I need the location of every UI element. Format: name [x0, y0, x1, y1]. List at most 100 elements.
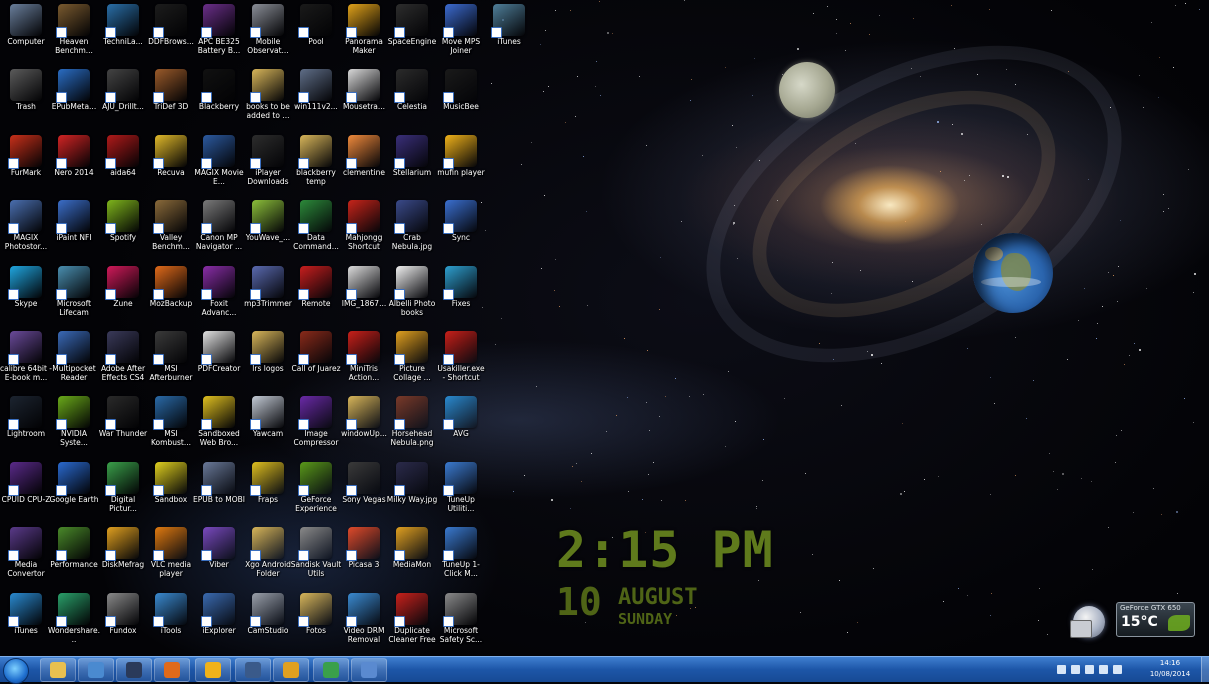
desktop-icon[interactable]: Sony Vegas: [338, 460, 390, 520]
desktop-icon[interactable]: GeForce Experience: [290, 460, 342, 520]
desktop-icon[interactable]: CPUID CPU-Z: [0, 460, 52, 520]
desktop-icon[interactable]: Heaven Benchm...: [48, 2, 100, 62]
desktop-icon[interactable]: Crab Nebula.jpg: [386, 198, 438, 258]
taskbar-button[interactable]: [313, 658, 349, 682]
desktop-icon[interactable]: Sync: [435, 198, 487, 258]
desktop-icon[interactable]: iTunes: [483, 2, 535, 62]
desktop-icon[interactable]: MSI Afterburner: [145, 329, 197, 389]
desktop-icon[interactable]: Multipocket Reader: [48, 329, 100, 389]
desktop-icon[interactable]: Computer: [0, 2, 52, 62]
taskbar-button[interactable]: [40, 658, 76, 682]
desktop-icon[interactable]: Pool: [290, 2, 342, 62]
desktop-icon[interactable]: Image Compressor: [290, 394, 342, 454]
desktop-icon[interactable]: MediaMon: [386, 525, 438, 585]
desktop-icon[interactable]: Duplicate Cleaner Free: [386, 591, 438, 651]
desktop-icon[interactable]: Media Convertor: [0, 525, 52, 585]
desktop-icon[interactable]: VLC media player: [145, 525, 197, 585]
desktop-icon[interactable]: DDFBrows...: [145, 2, 197, 62]
desktop-icon[interactable]: calibre 64bit - E-book m...: [0, 329, 52, 389]
gadget-small-icon[interactable]: [1070, 620, 1092, 638]
desktop-icon[interactable]: windowUp...: [338, 394, 390, 454]
taskbar-button[interactable]: [78, 658, 114, 682]
desktop-icon[interactable]: Remote: [290, 264, 342, 324]
gpu-temperature-gadget[interactable]: GeForce GTX 650 15°C: [1116, 602, 1195, 637]
desktop-icon[interactable]: APC BE325 Battery B...: [193, 2, 245, 62]
desktop-icon[interactable]: Mahjongg Shortcut: [338, 198, 390, 258]
desktop-icon[interactable]: Yawcam: [242, 394, 294, 454]
desktop-icon[interactable]: Microsoft Safety Sc...: [435, 591, 487, 651]
desktop-icon[interactable]: iTunes: [0, 591, 52, 651]
taskbar-button[interactable]: [195, 658, 231, 682]
desktop-icon[interactable]: Mousetra...: [338, 67, 390, 127]
desktop-icon[interactable]: Google Earth: [48, 460, 100, 520]
desktop-icon[interactable]: Wondershare...: [48, 591, 100, 651]
desktop-icon[interactable]: NVIDIA Syste...: [48, 394, 100, 454]
desktop-icon[interactable]: TuneUp Utiliti...: [435, 460, 487, 520]
desktop-icon[interactable]: MAGIX Photostor...: [0, 198, 52, 258]
desktop-icon[interactable]: iTools: [145, 591, 197, 651]
desktop-icon[interactable]: Mobile Observat...: [242, 2, 294, 62]
desktop-icon[interactable]: YouWave_...: [242, 198, 294, 258]
desktop-icon[interactable]: clementine: [338, 133, 390, 193]
desktop-icon[interactable]: Sandbox: [145, 460, 197, 520]
desktop-icon[interactable]: Nero 2014: [48, 133, 100, 193]
desktop-icon[interactable]: IMG_1867...: [338, 264, 390, 324]
desktop-icon[interactable]: lrs logos: [242, 329, 294, 389]
desktop-icon[interactable]: Panorama Maker: [338, 2, 390, 62]
taskbar-button[interactable]: [273, 658, 309, 682]
desktop-icon[interactable]: MusicBee: [435, 67, 487, 127]
desktop-icon[interactable]: Sandboxed Web Bro...: [193, 394, 245, 454]
desktop-icon[interactable]: MozBackup: [145, 264, 197, 324]
desktop-icon[interactable]: books to be added to ...: [242, 67, 294, 127]
desktop-icon[interactable]: Zune: [97, 264, 149, 324]
desktop-icon[interactable]: War Thunder: [97, 394, 149, 454]
desktop-icon[interactable]: mufin player: [435, 133, 487, 193]
desktop-icon[interactable]: Blackberry: [193, 67, 245, 127]
start-button[interactable]: [3, 658, 29, 684]
tray-power-icon[interactable]: [1099, 665, 1108, 674]
desktop-icon[interactable]: Fundox: [97, 591, 149, 651]
desktop-icon[interactable]: Milky Way.jpg: [386, 460, 438, 520]
desktop-icon[interactable]: Sandisk Vault Utils: [290, 525, 342, 585]
desktop-icon[interactable]: Spotify: [97, 198, 149, 258]
desktop-icon[interactable]: Microsoft Lifecam: [48, 264, 100, 324]
desktop-icon[interactable]: mp3Trimmer: [242, 264, 294, 324]
desktop-icon[interactable]: Recuva: [145, 133, 197, 193]
desktop-icon[interactable]: FurMark: [0, 133, 52, 193]
desktop-icon[interactable]: Lightroom: [0, 394, 52, 454]
desktop-icon[interactable]: MSI Kombust...: [145, 394, 197, 454]
desktop-icon[interactable]: Data Command...: [290, 198, 342, 258]
taskbar-button[interactable]: [351, 658, 387, 682]
desktop-icon[interactable]: Move MPS Joiner: [435, 2, 487, 62]
desktop-icon[interactable]: EPubMeta...: [48, 67, 100, 127]
desktop-icon[interactable]: Call of Juarez: [290, 329, 342, 389]
desktop-icon[interactable]: iExplorer: [193, 591, 245, 651]
taskbar-clock[interactable]: 14:16 10/08/2014: [1140, 658, 1200, 680]
desktop-icon[interactable]: EPUB to MOBI: [193, 460, 245, 520]
desktop-icon[interactable]: MAGIX Movie E...: [193, 133, 245, 193]
desktop-icon[interactable]: TuneUp 1-Click M...: [435, 525, 487, 585]
show-desktop-button[interactable]: [1201, 657, 1209, 682]
desktop-icon[interactable]: Fraps: [242, 460, 294, 520]
desktop-icon[interactable]: Fotos: [290, 591, 342, 651]
desktop-icon[interactable]: TechniLa...: [97, 2, 149, 62]
desktop-icon[interactable]: AVG: [435, 394, 487, 454]
desktop-icon[interactable]: Picasa 3: [338, 525, 390, 585]
desktop-icon[interactable]: Albelli Photo books: [386, 264, 438, 324]
desktop-icon[interactable]: Picture Collage ...: [386, 329, 438, 389]
desktop-icon[interactable]: aida64: [97, 133, 149, 193]
desktop-icon[interactable]: Usakiller.exe - Shortcut: [435, 329, 487, 389]
desktop-icon[interactable]: Horsehead Nebula.png: [386, 394, 438, 454]
desktop-icon[interactable]: Xgo Android Folder: [242, 525, 294, 585]
desktop-icon[interactable]: Digital Pictur...: [97, 460, 149, 520]
desktop-icon[interactable]: TriDef 3D: [145, 67, 197, 127]
desktop-icon[interactable]: Skype: [0, 264, 52, 324]
desktop-icon[interactable]: Viber: [193, 525, 245, 585]
desktop-icon[interactable]: blackberry temp: [290, 133, 342, 193]
desktop-icon[interactable]: Fixes: [435, 264, 487, 324]
tray-expand-icon[interactable]: [1057, 665, 1066, 674]
tray-volume-icon[interactable]: [1113, 665, 1122, 674]
desktop-icon[interactable]: Celestia: [386, 67, 438, 127]
desktop-icon[interactable]: Performance: [48, 525, 100, 585]
desktop-icon[interactable]: PDFCreator: [193, 329, 245, 389]
